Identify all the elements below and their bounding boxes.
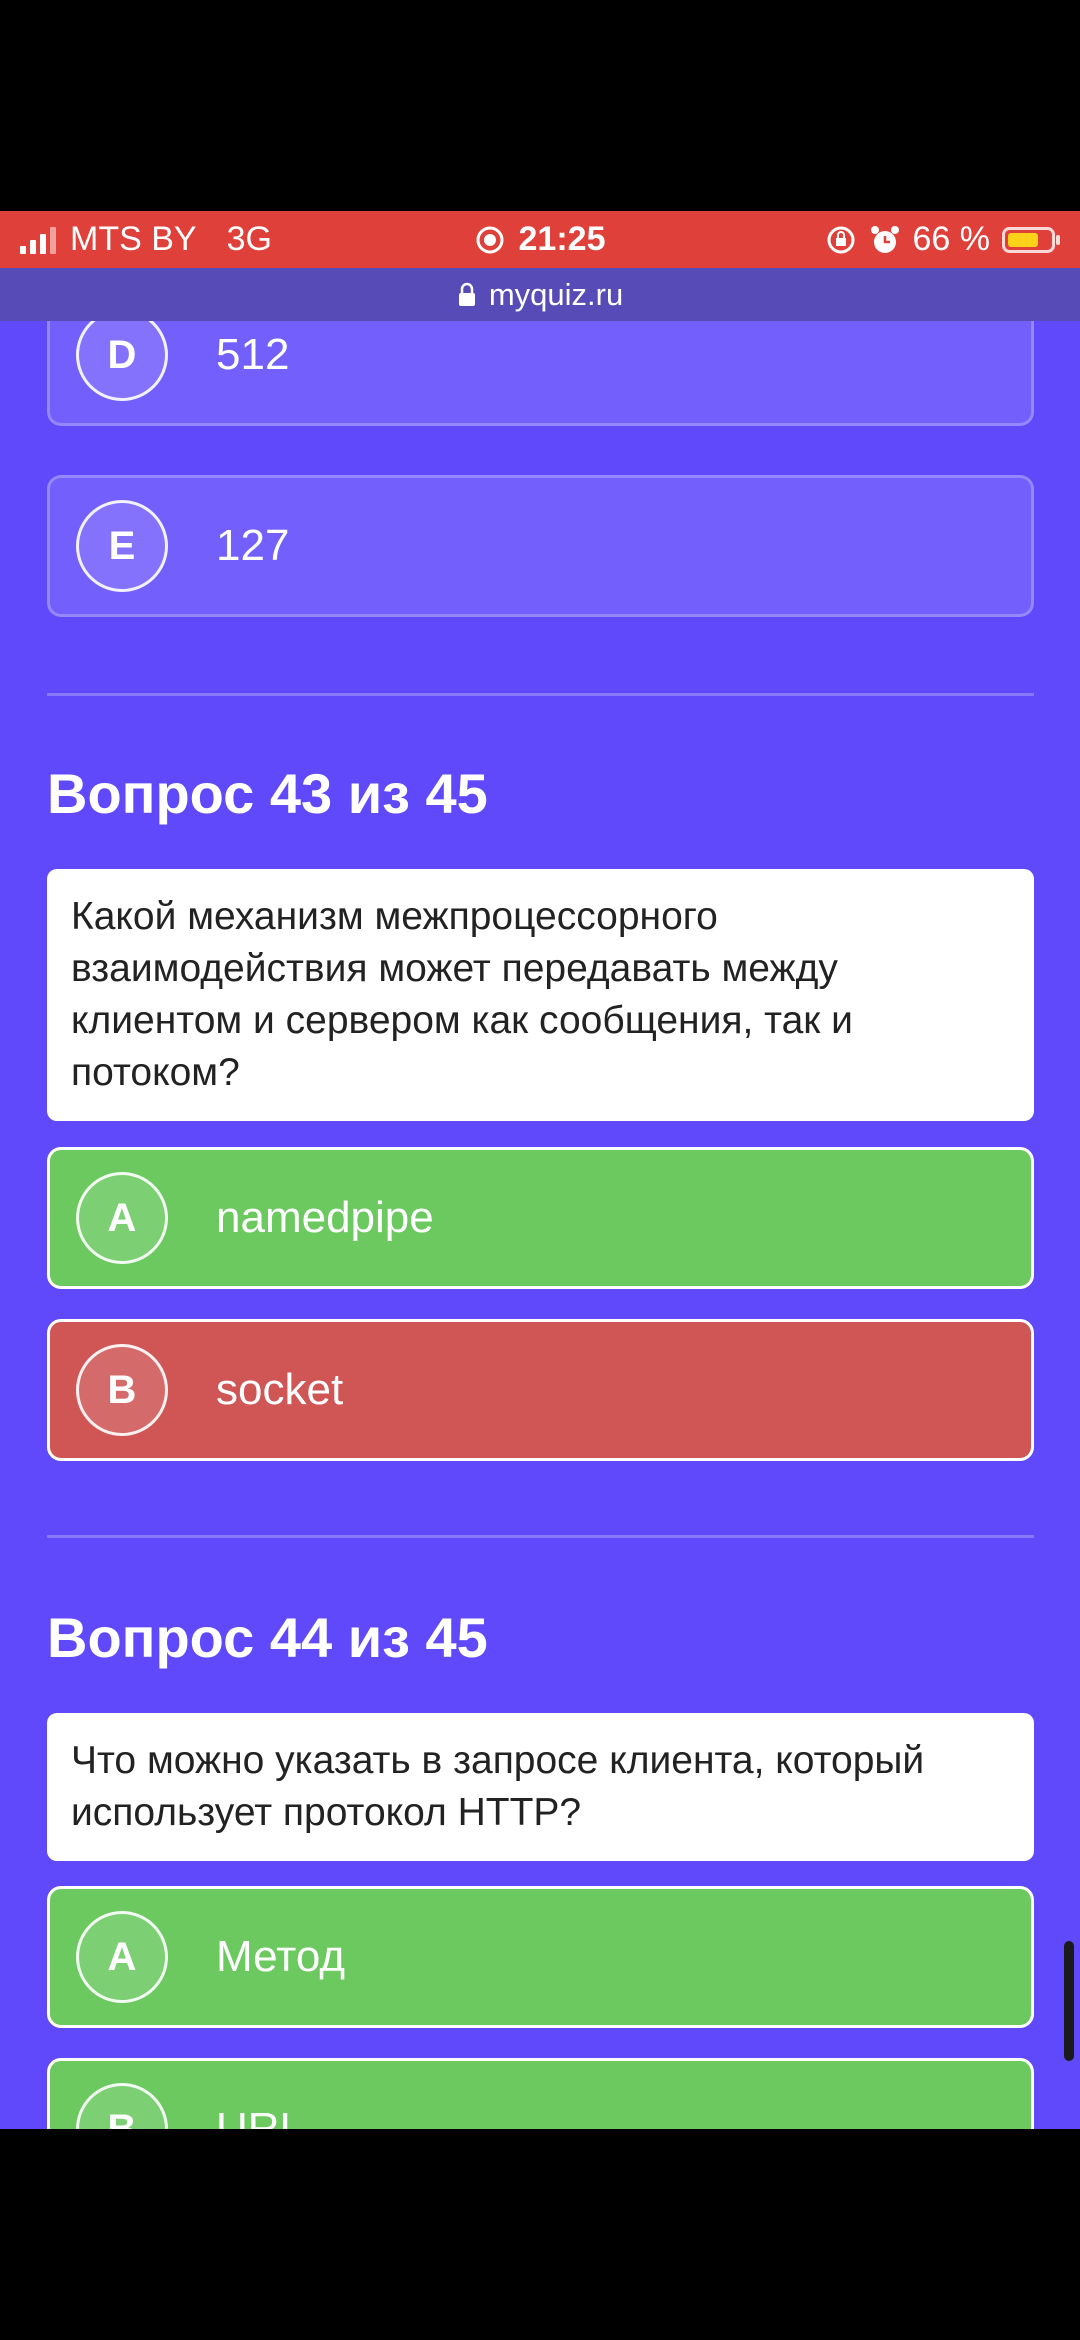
question-43-text-card: Какой механизм межпроцессорного взаимоде… [47,869,1034,1121]
scrollbar[interactable] [1064,1941,1074,2061]
option-d[interactable]: D 512 [47,321,1034,426]
option-e[interactable]: E 127 [47,475,1034,617]
divider [47,693,1034,696]
option-text: 512 [216,330,290,379]
battery-percent: 66 % [912,220,991,258]
battery-icon [1002,226,1060,253]
option-text: URL [216,2104,305,2129]
option-letter: B [76,2083,168,2129]
option-text: Метод [216,1932,345,1981]
divider [47,1535,1034,1538]
option-text: 127 [216,521,290,570]
rotation-lock-icon [827,226,854,253]
url-bar[interactable]: myquiz.ru [0,268,1080,321]
option-letter: A [76,1172,168,1264]
option-letter: A [76,1911,168,2003]
option-letter: E [76,500,168,592]
clock: 21:25 [518,220,606,258]
status-bar: MTS BY 3G 21:25 66 % [0,211,1080,268]
option-text: namedpipe [216,1193,434,1242]
alarm-icon [870,225,899,253]
option-letter: D [76,321,168,401]
option-text: socket [216,1365,344,1414]
question-44-text: Что можно указать в запросе клиента, кот… [71,1739,925,1834]
record-icon [476,226,504,253]
phone-screen: MTS BY 3G 21:25 66 % myquiz.ru D 512 E 1… [0,0,1080,2340]
question-44-heading: Вопрос 44 из 45 [47,1606,488,1669]
question-43-text: Какой механизм межпроцессорного взаимоде… [71,895,853,1094]
option-a-correct[interactable]: A namedpipe [47,1147,1034,1289]
status-right: 66 % [825,211,1063,268]
question-43-heading: Вопрос 43 из 45 [47,762,488,825]
url-text: myquiz.ru [488,276,624,312]
option-b-wrong[interactable]: B socket [47,1319,1034,1461]
option-letter: B [76,1344,168,1436]
lock-icon [458,282,475,306]
question-44-text-card: Что можно указать в запросе клиента, кот… [47,1713,1034,1861]
option-b-correct[interactable]: B URL [47,2058,1034,2129]
option-a-correct[interactable]: A Метод [47,1886,1034,2028]
quiz-page[interactable]: D 512 E 127 Вопрос 43 из 45 Какой механи… [0,321,1080,2129]
